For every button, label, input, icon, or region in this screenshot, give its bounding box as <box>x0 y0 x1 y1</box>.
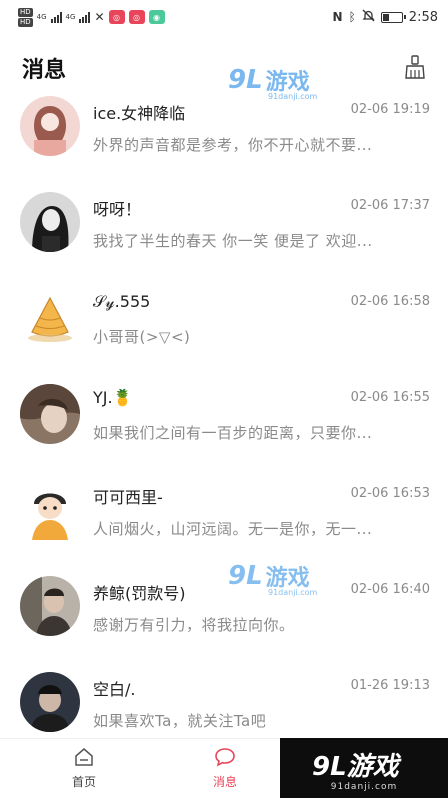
contact-name: 空白/. <box>93 680 136 699</box>
message-preview: 我找了半生的春天 你一笑 便是了 欢迎... <box>93 232 373 250</box>
message-time: 02-06 16:55 <box>350 390 430 405</box>
tab-messages-label: 消息 <box>212 775 237 789</box>
app-notification-icon: ◉ <box>148 10 165 24</box>
app-notification-icon: ◎ <box>108 10 125 24</box>
tab-messages[interactable]: 消息 <box>195 747 255 790</box>
conversation-item[interactable]: 𝒮𝓎.555 02-06 16:58 小哥哥(>▽<) <box>0 284 448 380</box>
clock: 2:58 <box>408 9 438 25</box>
contact-name: ice.女神降临 <box>93 104 186 123</box>
avatar[interactable] <box>20 672 80 732</box>
message-preview: 如果喜欢Ta，就关注Ta吧 <box>93 712 267 730</box>
contact-name: YJ.🍍 <box>93 388 133 407</box>
avatar[interactable] <box>20 288 80 348</box>
conversation-item[interactable]: 养鲸(罚款号) 02-06 16:40 感谢万有引力，将我拉向你。 <box>0 572 448 668</box>
signal-icon <box>79 11 91 23</box>
message-preview: 小哥哥(>▽<) <box>93 328 191 346</box>
message-time: 02-06 17:37 <box>350 198 430 213</box>
message-preview: 感谢万有引力，将我拉向你。 <box>93 616 295 634</box>
nfc-icon: N <box>332 10 343 24</box>
bluetooth-icon: ᛒ <box>348 10 356 24</box>
contact-name: 养鲸(罚款号) <box>93 584 186 603</box>
app-notification-icon: ◎ <box>128 10 145 24</box>
signal-icon <box>50 11 62 23</box>
brand-logo: 9L游戏 <box>312 752 399 782</box>
conversation-item[interactable]: 呀呀！ 02-06 17:37 我找了半生的春天 你一笑 便是了 欢迎... <box>0 188 448 284</box>
message-time: 02-06 16:40 <box>350 582 430 597</box>
header: 消息 9L 游戏 91danji.com <box>0 40 448 101</box>
contact-name: 𝒮𝓎.555 <box>93 292 151 311</box>
network-type: 4G <box>65 13 76 21</box>
avatar[interactable] <box>20 96 80 156</box>
status-bar: HD HD 4G 4G ✕ ◎ ◎ ◉ N ᛒ 2:58 <box>0 0 448 34</box>
message-time: 02-06 16:58 <box>350 294 430 309</box>
conversation-item[interactable]: 可可西里- 02-06 16:53 人间烟火，山河远阔。无一是你，无一... <box>0 476 448 572</box>
broom-icon <box>405 55 425 79</box>
battery-icon <box>380 11 406 23</box>
contact-name: 呀呀！ <box>93 200 142 219</box>
message-time: 02-06 19:19 <box>350 102 430 117</box>
message-preview: 人间烟火，山河远阔。无一是你，无一... <box>93 520 373 538</box>
mute-icon <box>362 9 375 26</box>
network-type: 4G <box>36 13 47 21</box>
page-title: 消息 <box>22 58 67 83</box>
hd-badge: HD <box>18 7 33 17</box>
brand-watermark: 9L游戏 91danji.com <box>280 738 448 798</box>
app-notification-icon: ✕ <box>94 10 105 24</box>
hd-badge: HD <box>18 17 33 27</box>
tab-home-label: 首页 <box>71 775 96 789</box>
conversation-item[interactable]: ice.女神降临 02-06 19:19 外界的声音都是参考，你不开心就不要..… <box>0 92 448 188</box>
avatar[interactable] <box>20 480 80 540</box>
home-icon <box>75 748 93 766</box>
chat-bubble-icon <box>215 748 235 767</box>
avatar[interactable] <box>20 384 80 444</box>
clear-messages-button[interactable] <box>400 52 430 82</box>
message-time: 01-26 19:13 <box>350 678 430 693</box>
conversation-list: ice.女神降临 02-06 19:19 外界的声音都是参考，你不开心就不要..… <box>0 92 448 764</box>
brand-url: 91danji.com <box>330 782 398 792</box>
avatar[interactable] <box>20 576 80 636</box>
message-preview: 如果我们之间有一百步的距离，只要你... <box>93 424 373 442</box>
contact-name: 可可西里- <box>93 488 163 507</box>
message-time: 02-06 16:53 <box>350 486 430 501</box>
conversation-item[interactable]: YJ.🍍 02-06 16:55 如果我们之间有一百步的距离，只要你... <box>0 380 448 476</box>
watermark-logo: 9L 游戏 91danji.com <box>228 561 318 597</box>
avatar[interactable] <box>20 192 80 252</box>
tab-home[interactable]: 首页 <box>54 747 114 790</box>
message-preview: 外界的声音都是参考，你不开心就不要... <box>93 136 373 154</box>
